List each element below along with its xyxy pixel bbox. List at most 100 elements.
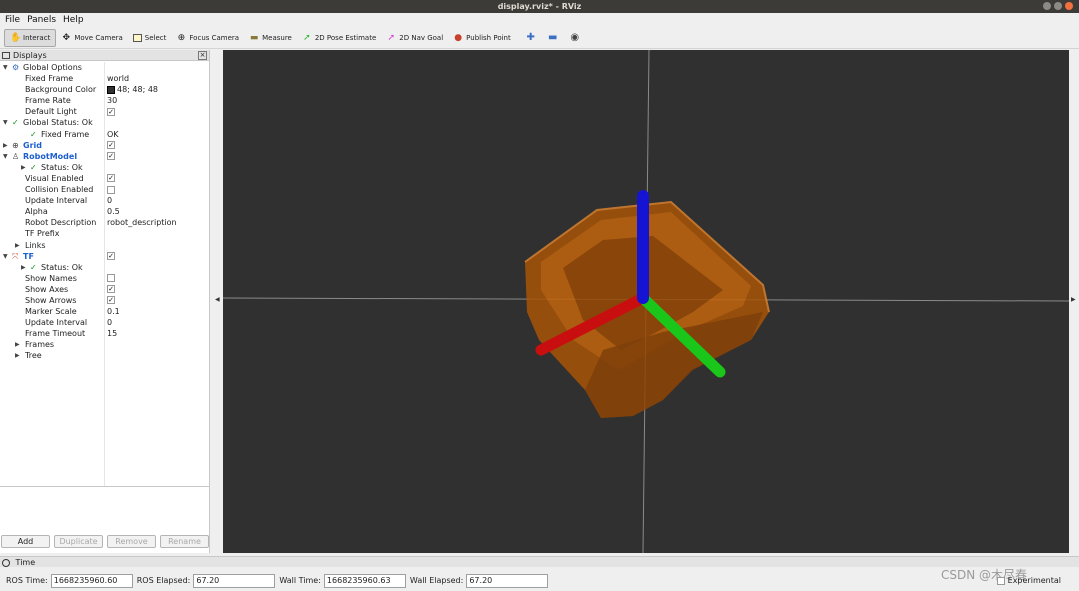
ros-elapsed-field[interactable]: 67.20 <box>193 573 276 588</box>
tree-row-value[interactable]: 0.1 <box>107 306 120 317</box>
expand-down-icon[interactable]: ▼ <box>3 151 8 162</box>
tool-move-camera[interactable]: ✥ Move Camera <box>56 29 127 47</box>
tool-interact[interactable]: ✋ Interact <box>4 28 57 47</box>
tool-2d-pose-estimate[interactable]: ➚ 2D Pose Estimate <box>297 29 381 47</box>
experimental-checkbox[interactable] <box>996 576 1005 585</box>
tree-row-label: Visual Enabled <box>25 173 84 183</box>
tree-row[interactable]: Default Light ✓ <box>0 106 209 117</box>
tree-row-checkbox[interactable]: ✓ <box>107 173 115 184</box>
tool-publish-point[interactable]: ● Publish Point <box>448 29 516 47</box>
tree-row[interactable]: ▶ Links <box>0 240 209 251</box>
expand-right-icon[interactable]: ▶ <box>3 140 8 151</box>
checkbox[interactable] <box>107 185 115 194</box>
rename-button[interactable]: Rename <box>160 535 209 548</box>
tree-row[interactable]: Frame Timeout 15 <box>0 328 209 339</box>
wall-time-field[interactable]: 1668235960.63 <box>323 573 406 588</box>
expand-right-icon[interactable]: ▶ <box>21 262 26 273</box>
tree-row-label: Global Status: Ok <box>23 118 93 128</box>
remove-button[interactable]: Remove <box>107 535 156 548</box>
expand-right-icon[interactable]: ▶ <box>15 350 20 361</box>
tree-row-checkbox[interactable]: ✓ <box>107 284 115 295</box>
tree-row[interactable]: Robot Description robot_description <box>0 217 209 228</box>
add-tool-icon[interactable]: ✚ <box>524 32 538 44</box>
tree-row[interactable]: ▼ ♙ RobotModel ✓ <box>0 151 209 162</box>
tree-row-value[interactable]: 30 <box>107 95 117 106</box>
right-collapse-arrow-icon[interactable]: ▶ <box>1071 296 1076 303</box>
tree-row-value[interactable]: 0 <box>107 317 112 328</box>
tree-row-value[interactable]: robot_description <box>107 217 177 228</box>
menu-file[interactable]: File <box>5 15 20 25</box>
panel-close-icon[interactable]: × <box>198 50 207 60</box>
tree-row[interactable]: ▶ Tree <box>0 350 209 361</box>
tree-row[interactable]: Background Color 48; 48; 48 <box>0 84 209 95</box>
tree-row[interactable]: ▼ ✓ Global Status: Ok <box>0 117 209 128</box>
expand-right-icon[interactable]: ▶ <box>15 240 20 251</box>
tree-row[interactable]: Frame Rate 30 <box>0 95 209 106</box>
color-swatch[interactable] <box>107 85 115 94</box>
tree-row[interactable]: Update Interval 0 <box>0 195 209 206</box>
minimize-button[interactable] <box>1043 2 1051 10</box>
tree-row-checkbox[interactable] <box>107 273 115 284</box>
menu-help[interactable]: Help <box>63 15 84 25</box>
tree-row-value[interactable]: 0.5 <box>107 206 120 217</box>
tree-row[interactable]: Collision Enabled <box>0 184 209 195</box>
expand-down-icon[interactable]: ▼ <box>3 62 8 73</box>
tree-row-value[interactable]: OK <box>107 129 119 140</box>
checkbox[interactable]: ✓ <box>107 252 115 261</box>
tree-row[interactable]: ▼ ⤧ TF ✓ <box>0 251 209 262</box>
tree-row-value[interactable]: world <box>107 73 129 84</box>
tree-row-checkbox[interactable]: ✓ <box>107 295 115 306</box>
monitor-icon <box>2 51 10 59</box>
tree-row-checkbox[interactable]: ✓ <box>107 251 115 262</box>
tree-row[interactable]: Show Axes ✓ <box>0 284 209 295</box>
wall-elapsed-field[interactable]: 67.20 <box>466 573 549 588</box>
tree-row[interactable]: Update Interval 0 <box>0 317 209 328</box>
duplicate-button[interactable]: Duplicate <box>54 535 103 548</box>
tree-row[interactable]: ✓ Fixed Frame OK <box>0 129 209 140</box>
ros-time-field[interactable]: 1668235960.60 <box>50 573 133 588</box>
checkbox[interactable]: ✓ <box>107 285 115 294</box>
remove-tool-icon[interactable]: ▬ <box>546 32 560 44</box>
tool-focus-camera[interactable]: ⊕ Focus Camera <box>171 29 244 47</box>
maximize-button[interactable] <box>1054 2 1062 10</box>
expand-down-icon[interactable]: ▼ <box>3 251 8 262</box>
tree-row-value[interactable]: 0 <box>107 195 112 206</box>
tool-select[interactable]: Select <box>128 29 172 47</box>
experimental-toggle[interactable]: Experimental <box>996 576 1061 585</box>
tree-row[interactable]: Show Arrows ✓ <box>0 295 209 306</box>
tree-row[interactable]: Visual Enabled ✓ <box>0 173 209 184</box>
tree-row[interactable]: ▶ ✓ Status: Ok <box>0 262 209 273</box>
tree-row[interactable]: ▶ ⊕ Grid ✓ <box>0 140 209 151</box>
tree-row[interactable]: ▶ Frames <box>0 339 209 350</box>
checkbox[interactable]: ✓ <box>107 174 115 183</box>
tool-measure[interactable]: ▬ Measure <box>244 29 297 47</box>
checkbox[interactable] <box>107 274 115 283</box>
expand-down-icon[interactable]: ▼ <box>3 117 8 128</box>
tree-row[interactable]: Alpha 0.5 <box>0 206 209 217</box>
tree-row[interactable]: Marker Scale 0.1 <box>0 306 209 317</box>
checkbox[interactable]: ✓ <box>107 141 115 150</box>
tree-row[interactable]: ▼ ⚙ Global Options <box>0 62 209 73</box>
add-button[interactable]: Add <box>1 535 50 548</box>
close-button[interactable] <box>1065 2 1073 10</box>
menu-panels[interactable]: Panels <box>27 15 56 25</box>
tree-row-value[interactable]: 15 <box>107 328 117 339</box>
tree-row[interactable]: Fixed Frame world <box>0 73 209 84</box>
expand-right-icon[interactable]: ▶ <box>21 162 26 173</box>
tree-row[interactable]: ▶ ✓ Status: Ok <box>0 162 209 173</box>
expand-right-icon[interactable]: ▶ <box>15 339 20 350</box>
checkbox[interactable]: ✓ <box>107 296 115 305</box>
tree-row[interactable]: Show Names <box>0 273 209 284</box>
tree-row-value[interactable]: 48; 48; 48 <box>107 84 158 95</box>
tree-row-checkbox[interactable]: ✓ <box>107 151 115 162</box>
tree-row-checkbox[interactable]: ✓ <box>107 106 115 117</box>
eye-icon[interactable]: ◉ <box>568 32 582 44</box>
left-collapse-arrow-icon[interactable]: ◀ <box>215 296 220 303</box>
checkbox[interactable]: ✓ <box>107 107 115 116</box>
tree-row-checkbox[interactable] <box>107 184 115 195</box>
tree-row-checkbox[interactable]: ✓ <box>107 140 115 151</box>
checkbox[interactable]: ✓ <box>107 152 115 161</box>
tool-2d-nav-goal[interactable]: ➚ 2D Nav Goal <box>381 29 448 47</box>
tree-row[interactable]: TF Prefix <box>0 228 209 239</box>
render-3d-view[interactable] <box>223 50 1069 553</box>
